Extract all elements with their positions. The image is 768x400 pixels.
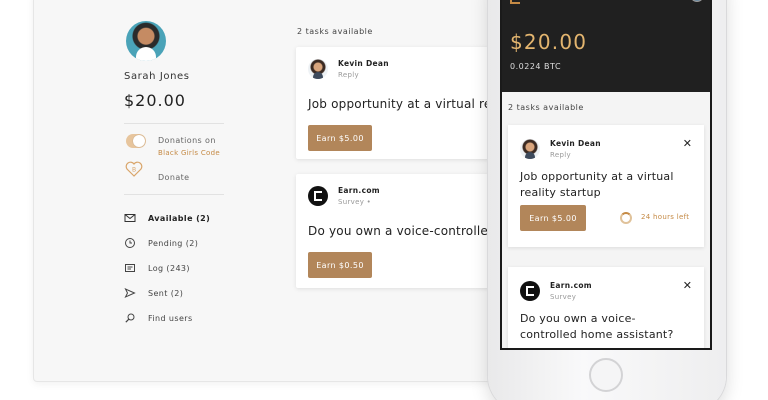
task-type: Reply xyxy=(550,151,571,159)
avatar[interactable] xyxy=(690,0,704,2)
bitcoin-heart-icon[interactable]: B xyxy=(124,159,144,179)
sidebar-item-label: Sent (2) xyxy=(148,288,184,298)
user-name: Sarah Jones xyxy=(124,71,190,82)
timer-icon xyxy=(620,212,632,224)
sender-avatar xyxy=(520,139,540,159)
mobile-header: $20.00 0.0224 BTC xyxy=(502,0,710,92)
desktop-sidebar: Sarah Jones $20.00 Donations on Black Gi… xyxy=(34,0,274,381)
sidebar-item-sent[interactable]: Sent (2) xyxy=(124,286,264,300)
earn-button[interactable]: Earn $0.50 xyxy=(308,252,372,278)
task-type: Survey xyxy=(550,293,577,301)
send-icon xyxy=(124,287,136,299)
earn-logo-icon xyxy=(308,186,328,206)
task-sender: Kevin Dean xyxy=(338,59,389,68)
sidebar-item-log[interactable]: Log (243) xyxy=(124,261,264,275)
mobile-btc-balance: 0.0224 BTC xyxy=(510,62,562,71)
log-icon xyxy=(125,264,135,272)
sidebar-item-label: Pending (2) xyxy=(148,238,199,248)
mobile-balance: $20.00 xyxy=(510,30,588,54)
earn-button[interactable]: Earn $5.00 xyxy=(520,205,586,231)
user-balance: $20.00 xyxy=(124,91,186,110)
user-avatar[interactable] xyxy=(126,21,166,61)
task-sender: Kevin Dean xyxy=(550,139,601,148)
sidebar-item-label: Find users xyxy=(148,313,193,323)
envelope-icon xyxy=(124,214,136,222)
donations-toggle[interactable] xyxy=(126,134,146,148)
close-icon[interactable]: ✕ xyxy=(683,137,692,150)
task-card[interactable]: Earn.com Survey ✕ Do you own a voice-con… xyxy=(508,267,704,348)
sidebar-item-available[interactable]: Available (2) xyxy=(124,211,264,225)
task-card[interactable]: Kevin Dean Reply ✕ Job opportunity at a … xyxy=(508,125,704,247)
task-title: Do you own a voice-controlled home assis… xyxy=(520,312,674,341)
sidebar-divider xyxy=(124,123,224,124)
task-title: Job opportunity at a virtual reality sta… xyxy=(520,170,674,199)
task-type: Survey • xyxy=(338,198,372,206)
tasks-available-label: 2 tasks available xyxy=(297,27,373,36)
tasks-available-label: 2 tasks available xyxy=(508,103,584,112)
sidebar-item-label: Log (243) xyxy=(148,263,190,273)
earn-button[interactable]: Earn $5.00 xyxy=(308,125,372,151)
task-sender: Earn.com xyxy=(550,281,592,290)
sidebar-item-pending[interactable]: Pending (2) xyxy=(124,236,264,250)
desktop-panel: Sarah Jones $20.00 Donations on Black Gi… xyxy=(33,0,563,382)
task-type: Reply xyxy=(338,71,359,79)
sidebar-item-label: Available (2) xyxy=(148,213,211,223)
task-sender: Earn.com xyxy=(338,186,380,195)
donations-label: Donations on xyxy=(158,136,216,145)
clock-icon xyxy=(125,238,135,248)
time-left: 24 hours left xyxy=(641,213,690,221)
svg-text:B: B xyxy=(132,167,136,174)
phone-screen: $20.00 0.0224 BTC 2 tasks available Kevi… xyxy=(500,0,712,350)
home-button[interactable] xyxy=(589,358,623,392)
close-icon[interactable]: ✕ xyxy=(683,279,692,292)
donations-org-link[interactable]: Black Girls Code xyxy=(158,149,220,157)
sidebar-item-find-users[interactable]: Find users xyxy=(124,311,264,325)
chart-icon[interactable] xyxy=(510,0,520,4)
sender-avatar xyxy=(308,59,328,79)
donate-label[interactable]: Donate xyxy=(158,173,190,182)
search-icon xyxy=(125,313,135,323)
earn-logo-icon xyxy=(520,281,540,301)
sidebar-divider xyxy=(124,194,224,195)
